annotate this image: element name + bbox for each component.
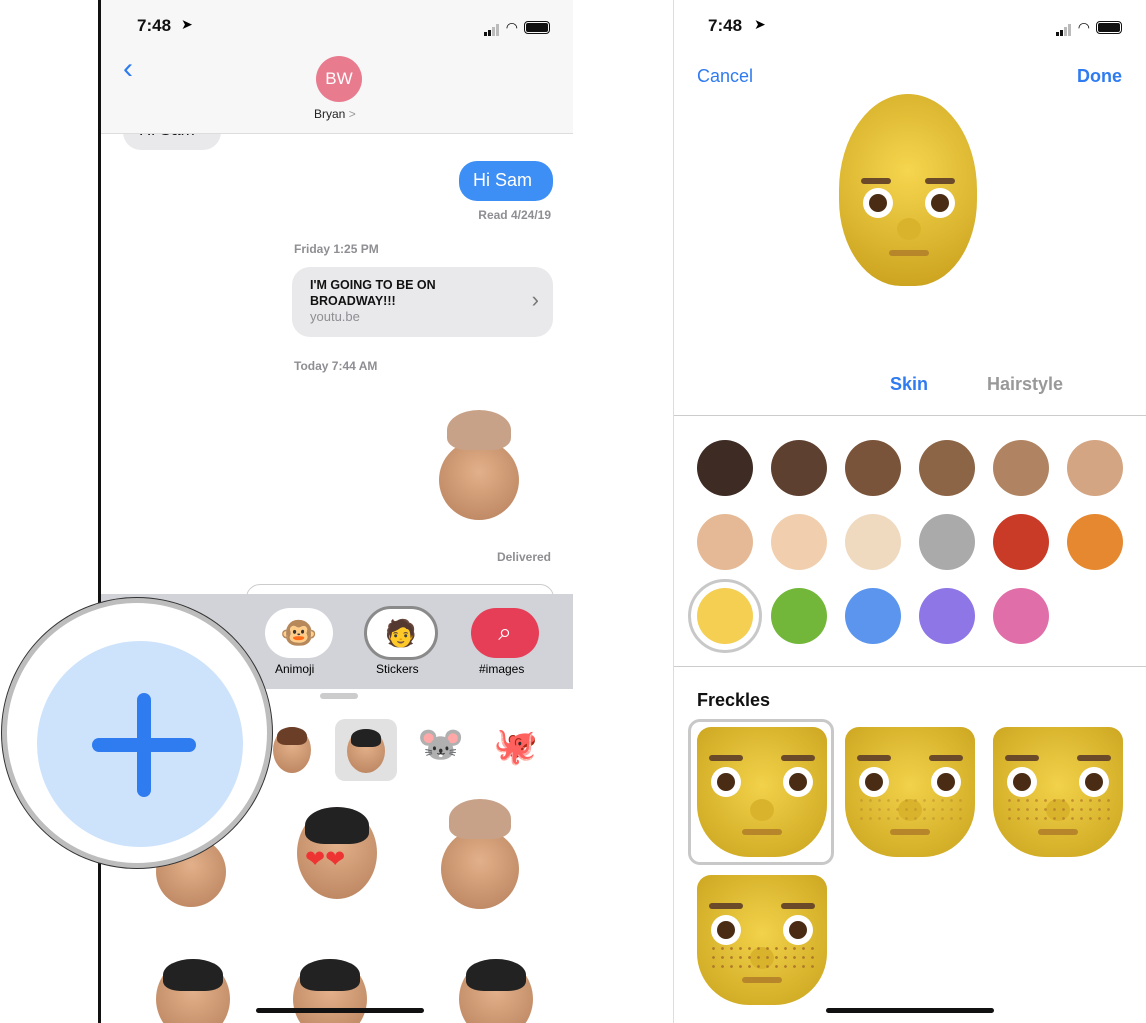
memoji-preview [839, 94, 977, 286]
cancel-button[interactable]: Cancel [697, 66, 753, 87]
sticker[interactable] [459, 959, 533, 1023]
read-receipt: Read 4/24/19 [478, 208, 551, 222]
home-indicator [256, 1008, 424, 1013]
skin-color-swatch[interactable] [771, 440, 827, 496]
selected-swatch-ring [688, 579, 762, 653]
freckle-option-heavy[interactable] [697, 875, 827, 1005]
add-sticker-button[interactable] [37, 641, 243, 847]
app-label: #images [479, 662, 525, 676]
skin-color-swatch[interactable] [993, 588, 1049, 644]
skin-color-swatch[interactable] [845, 440, 901, 496]
timestamp: Friday 1:25 PM [294, 242, 379, 256]
images-app-button[interactable]: ⌕ [471, 608, 539, 658]
sticker[interactable] [293, 959, 367, 1023]
skin-color-swatch[interactable] [919, 588, 975, 644]
plus-icon-vertical [137, 693, 151, 797]
stickers-app-button[interactable]: 🧑 [364, 606, 438, 660]
animoji-app-button[interactable]: 🐵 [265, 608, 333, 658]
status-time: 7:48 [708, 16, 743, 35]
contact-name-label: Bryan [314, 107, 346, 121]
freckle-option-medium[interactable] [993, 727, 1123, 857]
divider [674, 415, 1146, 416]
back-button[interactable]: ‹ [123, 54, 133, 84]
avatar[interactable]: BW [316, 56, 362, 102]
skin-color-swatch[interactable] [771, 588, 827, 644]
app-label: Stickers [376, 662, 419, 676]
battery-icon [1096, 20, 1122, 34]
battery-icon [524, 20, 550, 34]
mouse-tab[interactable]: 🐭 [417, 723, 464, 767]
divider [674, 666, 1146, 667]
memoji-tab[interactable] [273, 727, 311, 773]
link-preview-bubble[interactable]: I'M GOING TO BE ON BROADWAY!!! youtu.be … [292, 267, 553, 337]
skin-color-swatch[interactable] [1067, 440, 1123, 496]
memoji-tab-selected[interactable] [335, 719, 397, 781]
skin-color-swatch[interactable] [771, 514, 827, 570]
freckle-option-none[interactable] [697, 727, 827, 857]
timestamp: Today 7:44 AM [294, 359, 378, 373]
sticker-exploding-head[interactable] [441, 799, 519, 909]
skin-color-swatch[interactable] [1067, 514, 1123, 570]
sent-message: Hi Sam [459, 161, 553, 201]
skin-color-swatch[interactable] [919, 514, 975, 570]
skin-color-swatch[interactable] [993, 440, 1049, 496]
globe-search-icon: ⌕ [498, 619, 512, 646]
skin-color-swatch[interactable] [697, 514, 753, 570]
sticker-sleeping[interactable] [156, 959, 230, 1023]
chevron-right-icon: › [531, 287, 539, 312]
app-label: Animoji [275, 662, 315, 676]
link-title: I'M GOING TO BE ON BROADWAY!!! [310, 278, 436, 308]
skin-color-swatch[interactable] [993, 514, 1049, 570]
status-icons: ◠ [483, 18, 550, 36]
skin-color-swatch[interactable] [919, 440, 975, 496]
tab-hairstyle[interactable]: Hairstyle [987, 374, 1063, 395]
link-domain: youtu.be [310, 309, 360, 324]
skin-color-swatch[interactable] [845, 588, 901, 644]
wifi-icon: ◠ [1077, 18, 1090, 35]
magnifier-overlay [2, 598, 272, 868]
signal-icon [483, 18, 500, 36]
messages-screen: 7:48 ➤ ◠ ‹ BW Bryan > Hi Sam Hi Sam Read… [98, 0, 573, 1023]
location-icon: ➤ [754, 16, 766, 32]
home-indicator [826, 1008, 994, 1013]
memoji-editor-screen: 7:48 ➤ ◠ Cancel Done Skin Hairstyle Frec… [673, 0, 1146, 1023]
chevron-right-icon: > [348, 107, 356, 121]
location-icon: ➤ [181, 16, 193, 32]
status-time: 7:48 [137, 16, 172, 35]
octopus-tab[interactable]: 🐙 [493, 725, 538, 767]
sticker-heart-eyes[interactable]: ❤❤ [297, 807, 377, 899]
memoji-stickers-icon: 🧑 [384, 617, 418, 648]
status-icons: ◠ [1055, 18, 1122, 36]
freckles-title: Freckles [697, 690, 771, 710]
freckle-option-light[interactable] [845, 727, 975, 857]
memoji-sticker-exploding-head [439, 410, 519, 520]
tab-skin[interactable]: Skin [890, 374, 928, 395]
contact-name[interactable]: Bryan > [314, 107, 356, 121]
skin-color-swatch[interactable] [697, 440, 753, 496]
wifi-icon: ◠ [505, 18, 518, 35]
skin-color-swatch[interactable] [845, 514, 901, 570]
delivered-status: Delivered [496, 550, 551, 564]
monkey-animoji-icon: 🐵 [280, 616, 318, 650]
signal-icon [1055, 18, 1072, 36]
done-button[interactable]: Done [1077, 66, 1122, 87]
nav-bar: 7:48 ➤ ◠ ‹ BW Bryan > [101, 0, 573, 134]
drag-handle[interactable] [320, 693, 358, 699]
